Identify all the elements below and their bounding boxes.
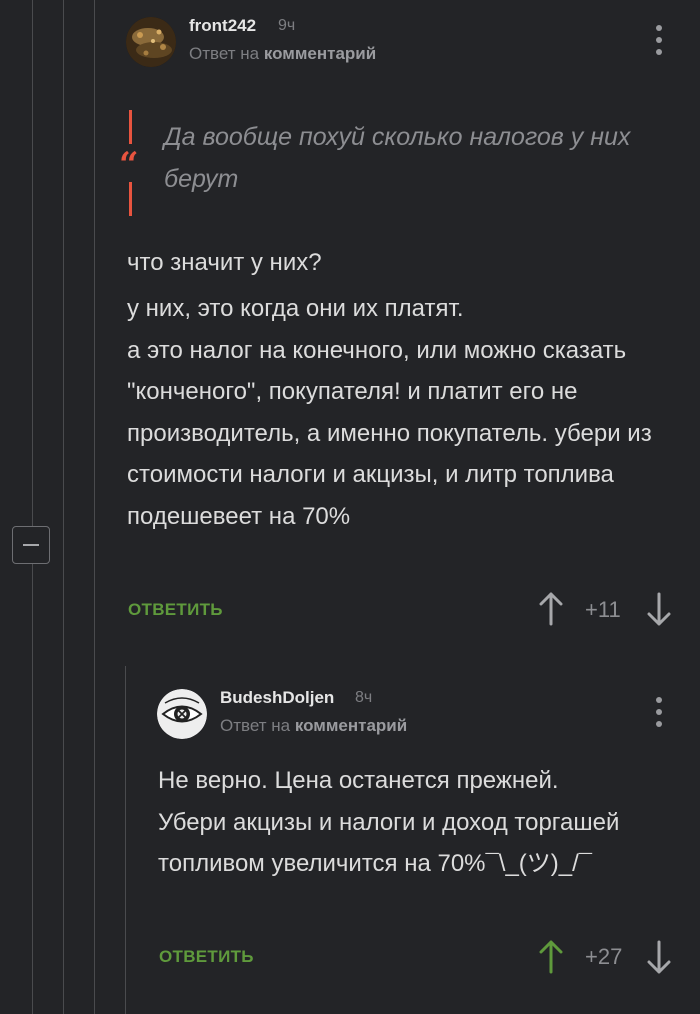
thread-line (94, 0, 95, 1014)
arrow-down-icon[interactable] (646, 940, 672, 979)
quoted-text: Да вообще похуй сколько налогов у них бе… (164, 123, 631, 193)
thread-line (125, 666, 126, 1014)
reply-reference: Ответ на комментарий (189, 44, 376, 64)
rating-count: +27 (585, 944, 623, 969)
reply-button[interactable]: ОТВЕТИТЬ (128, 600, 223, 620)
reply-prefix: Ответ на (220, 716, 291, 735)
comment-text: что значит у них? (127, 249, 322, 276)
arrow-down-icon[interactable] (646, 592, 672, 631)
quote-mark-icon: “ (119, 145, 139, 185)
minus-icon (23, 544, 39, 546)
collapse-thread-button[interactable] (12, 526, 50, 564)
arrow-up-icon[interactable] (538, 592, 564, 631)
reply-prefix: Ответ на (189, 44, 260, 63)
quote-bar (129, 110, 132, 144)
comment-time: 9ч (278, 17, 296, 34)
avatar[interactable] (126, 17, 176, 67)
reply-button[interactable]: ОТВЕТИТЬ (159, 947, 254, 967)
avatar[interactable] (157, 689, 207, 739)
reply-target-link[interactable]: комментарий (264, 44, 376, 63)
more-vertical-icon[interactable] (655, 25, 663, 55)
thread-line (63, 0, 64, 1014)
rating-count: +11 (585, 597, 621, 622)
quote-bar (129, 182, 132, 216)
comment-text: Не верно. Цена останется прежней. Убери … (158, 767, 627, 877)
comment-text: у них, это когда они их платят. а это на… (127, 295, 652, 530)
reply-target-link[interactable]: комментарий (295, 716, 407, 735)
more-vertical-icon[interactable] (655, 697, 663, 727)
reply-reference: Ответ на комментарий (220, 716, 407, 736)
arrow-up-icon[interactable] (538, 940, 564, 979)
comment-time: 8ч (355, 689, 373, 706)
comment-author[interactable]: BudeshDoljen (220, 688, 334, 708)
thread-line (32, 0, 33, 1014)
comment-author[interactable]: front242 (189, 16, 256, 36)
